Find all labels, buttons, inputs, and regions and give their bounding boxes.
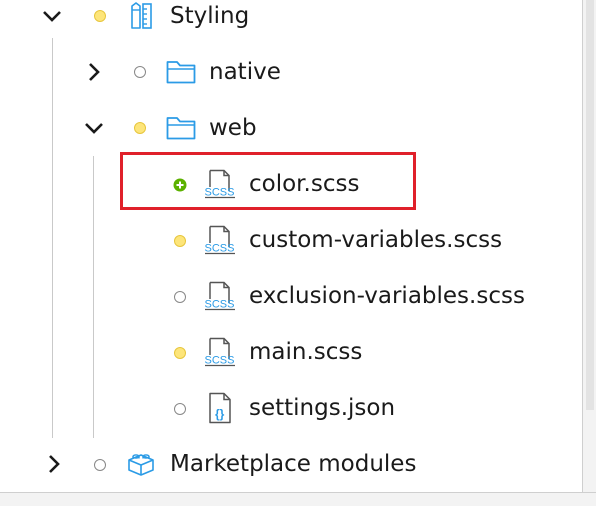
tree-item-styling[interactable]: Styling — [0, 0, 582, 44]
tree-item-web[interactable]: web — [0, 100, 582, 156]
tree-item-label: native — [209, 59, 281, 85]
tree-item-marketplace-modules[interactable]: Marketplace modules — [0, 436, 582, 492]
tree-item-settings-json[interactable]: {} settings.json — [0, 380, 582, 436]
scss-badge: SCSS — [205, 243, 235, 255]
package-icon — [128, 454, 154, 476]
tree-item-color-scss[interactable]: SCSS color.scss — [0, 156, 582, 212]
tree-item-label: exclusion-variables.scss — [249, 283, 525, 309]
status-dot-modified — [94, 10, 106, 22]
tree-item-native[interactable]: native — [0, 44, 582, 100]
vertical-scrollbar-thumb[interactable] — [586, 0, 594, 410]
tree-item-label: settings.json — [249, 395, 396, 421]
tree-item-label: custom-variables.scss — [249, 227, 503, 253]
chevron-right-icon[interactable] — [82, 60, 106, 84]
status-dot-unchanged — [94, 459, 106, 471]
tree-item-label: color.scss — [249, 171, 360, 197]
tree-item-main-scss[interactable]: SCSS main.scss — [0, 324, 582, 380]
json-badge: {} — [215, 407, 225, 421]
scss-file-icon: SCSS — [205, 169, 235, 199]
scss-badge: SCSS — [205, 299, 235, 311]
tree-item-label: web — [209, 115, 257, 141]
status-dot-unchanged — [134, 66, 146, 78]
tree-item-label: main.scss — [249, 339, 363, 365]
status-added-icon — [173, 178, 187, 192]
status-dot-modified — [134, 122, 146, 134]
status-dot-unchanged — [174, 403, 186, 415]
horizontal-scrollbar[interactable] — [0, 492, 596, 506]
folder-icon — [166, 117, 196, 140]
status-dot-modified — [174, 235, 186, 247]
chevron-down-icon[interactable] — [82, 116, 106, 140]
tree-item-custom-variables-scss[interactable]: SCSS custom-variables.scss — [0, 212, 582, 268]
vertical-scrollbar[interactable] — [582, 0, 596, 492]
tree-item-label: Styling — [170, 3, 250, 29]
scss-file-icon: SCSS — [205, 225, 235, 255]
json-file-icon: {} — [209, 392, 231, 424]
scss-file-icon: SCSS — [205, 337, 235, 367]
scss-badge: SCSS — [205, 355, 235, 367]
chevron-right-icon[interactable] — [42, 452, 66, 476]
scss-badge: SCSS — [205, 187, 235, 199]
folder-icon — [166, 61, 196, 84]
status-dot-modified — [174, 347, 186, 359]
tree-item-label: Marketplace modules — [170, 451, 417, 477]
tree-item-exclusion-variables-scss[interactable]: SCSS exclusion-variables.scss — [0, 268, 582, 324]
file-tree: Styling native web SCSS color.scss SCSS … — [0, 0, 582, 492]
chevron-down-icon[interactable] — [40, 4, 64, 28]
styling-ruler-icon — [131, 2, 152, 29]
scss-file-icon: SCSS — [205, 281, 235, 311]
status-dot-unchanged — [174, 291, 186, 303]
